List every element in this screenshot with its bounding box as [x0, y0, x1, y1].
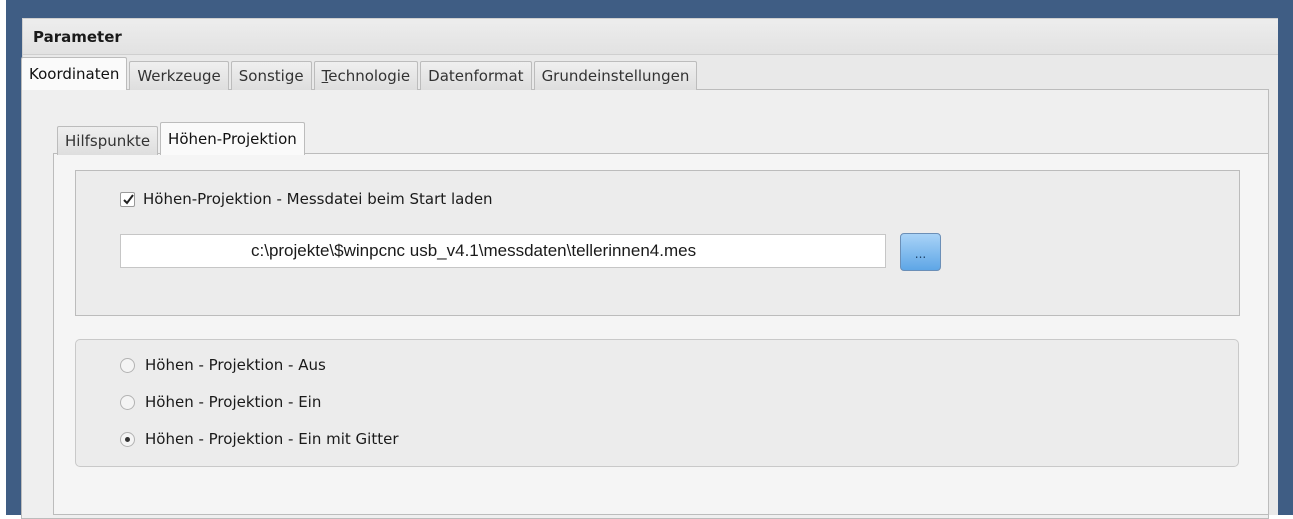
tab-technologie-label: echnologie [328, 67, 411, 85]
projection-mode-off-option[interactable]: Höhen - Projektion - Aus [120, 354, 326, 376]
projection-mode-grid-option[interactable]: Höhen - Projektion - Ein mit Gitter [120, 428, 399, 450]
subtab-hilfspunkte[interactable]: Hilfspunkte [57, 126, 159, 155]
sub-tab-bar: Hilfspunkte Höhen-Projektion [57, 122, 307, 155]
projection-mode-grid-label: Höhen - Projektion - Ein mit Gitter [145, 430, 399, 448]
tab-technologie[interactable]: Technologie [313, 61, 419, 90]
main-tab-bar: Koordinaten Werkzeuge Sonstige Technolog… [21, 57, 699, 90]
tab-grundeinstellungen[interactable]: Grundeinstellungen [533, 61, 698, 90]
load-measure-file-label: Höhen-Projektion - Messdatei beim Start … [143, 190, 493, 208]
tab-werkzeuge[interactable]: Werkzeuge [129, 61, 229, 90]
tab-sonstige[interactable]: Sonstige [230, 61, 312, 90]
measure-file-path-field[interactable]: c:\projekte\$winpcnc usb_v4.1\messdaten\… [120, 234, 886, 268]
tab-koordinaten[interactable]: Koordinaten [21, 57, 128, 90]
projection-mode-grid-radio[interactable] [120, 431, 135, 447]
projection-mode-off-label: Höhen - Projektion - Aus [145, 356, 326, 374]
browse-button[interactable]: ... [900, 233, 941, 271]
projection-mode-on-option[interactable]: Höhen - Projektion - Ein [120, 391, 321, 413]
tab-datenformat[interactable]: Datenformat [420, 61, 532, 90]
radio-selected-dot [125, 436, 130, 442]
projection-mode-on-label: Höhen - Projektion - Ein [145, 393, 322, 411]
load-measure-file-option[interactable]: Höhen-Projektion - Messdatei beim Start … [120, 188, 493, 210]
checkmark-icon [123, 193, 134, 205]
subtab-hoehen-projektion[interactable]: Höhen-Projektion [160, 122, 305, 155]
projection-mode-on-radio[interactable] [120, 394, 135, 410]
load-measure-file-checkbox[interactable] [120, 191, 135, 207]
projection-mode-off-radio[interactable] [120, 357, 135, 373]
window-title: Parameter [23, 19, 1278, 55]
